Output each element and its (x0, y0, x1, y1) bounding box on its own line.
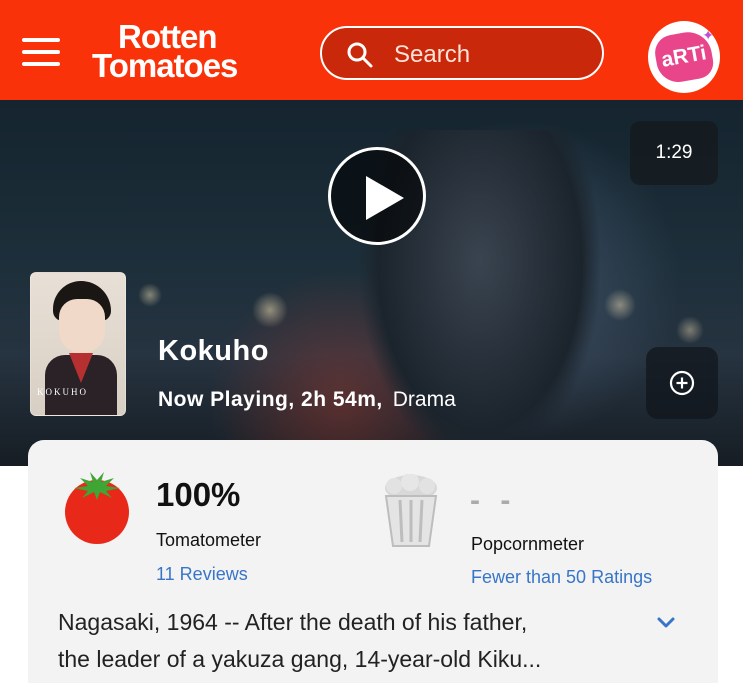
rotten-tomatoes-logo[interactable]: Rotten Tomatoes (88, 20, 288, 84)
play-icon (366, 176, 404, 220)
release-status: Now Playing, 2h 54m, (158, 388, 383, 411)
movie-title: Kokuho (158, 335, 269, 367)
trailer-duration-badge: 1:29 (630, 121, 718, 185)
popcornmeter-label: Popcornmeter (471, 534, 585, 554)
tomatometer-label: Tomatometer (156, 530, 262, 550)
movie-synopsis[interactable]: Nagasaki, 1964 -- After the death of his… (58, 604, 638, 678)
search-icon (347, 42, 373, 68)
search-input[interactable]: Search (320, 26, 604, 80)
app-header: Rotten Tomatoes Search aRTi ✦ (0, 0, 743, 100)
synopsis-line2: the leader of a yakuza gang, 14-year-old… (58, 646, 542, 672)
user-avatar[interactable]: aRTi ✦ (648, 21, 720, 93)
play-trailer-button[interactable] (328, 147, 426, 245)
poster-title: KOKUHO (37, 387, 88, 397)
popcornmeter-score: - - (470, 484, 517, 517)
synopsis-line1: Nagasaki, 1964 -- After the death of his… (58, 609, 528, 635)
add-to-watchlist-button[interactable] (646, 347, 718, 419)
chevron-down-icon[interactable] (654, 610, 678, 634)
reviews-count-link[interactable]: 11 Reviews (156, 564, 248, 585)
score-card: 100% Tomatometer 11 Reviews - - Popcornm… (28, 440, 718, 683)
tomato-icon (65, 472, 129, 544)
genre-label: Drama (392, 388, 456, 411)
plus-circle-icon (669, 370, 695, 396)
hamburger-icon[interactable] (22, 38, 60, 68)
movie-meta: Now Playing, 2h 54m, Drama (158, 388, 456, 412)
tomatometer-score: 100% (156, 476, 241, 513)
movie-poster[interactable]: KOKUHO (30, 272, 126, 416)
ratings-count-link[interactable]: Fewer than 50 Ratings (471, 567, 652, 588)
search-placeholder: Search (394, 41, 471, 68)
popcorn-bucket-icon (384, 474, 438, 547)
logo-line2: Tomatoes (92, 47, 238, 84)
sparkle-icon: ✦ (702, 27, 714, 43)
